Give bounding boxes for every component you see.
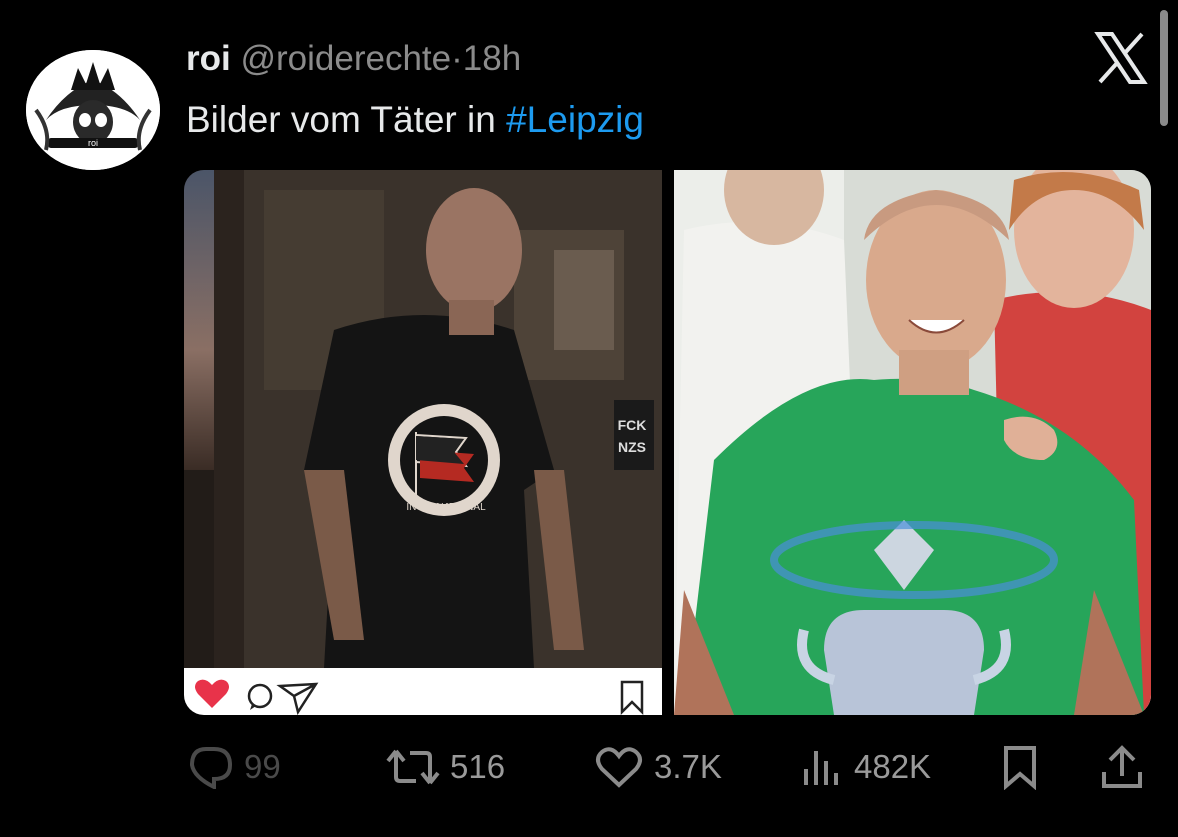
shirt-antifa-text: ANTIFA [425, 406, 464, 418]
bookmark-button[interactable] [1000, 735, 1040, 799]
tweet-action-bar: 99 516 3.7K 482K [186, 735, 1148, 799]
tweet-time[interactable]: 18h [463, 39, 521, 78]
comment-icon [247, 683, 273, 710]
separator-dot: · [451, 39, 463, 78]
retweet-icon [386, 749, 440, 785]
tweet-text-body: Bilder vom Täter in [186, 99, 507, 140]
repost-button[interactable]: 516 [386, 735, 505, 799]
left-photo[interactable]: FCK NZS ANTIFA INTERNATIONAL [184, 170, 662, 715]
x-logo-icon[interactable] [1094, 32, 1148, 84]
send-icon [276, 682, 319, 715]
tweet-media[interactable]: FCK NZS ANTIFA INTERNATIONAL [184, 170, 1151, 715]
reply-button[interactable]: 99 [186, 735, 281, 799]
shirt-international-text: INTERNATIONAL [406, 502, 486, 513]
views-count: 482K [854, 748, 932, 785]
views-icon [804, 751, 838, 785]
heart-icon [195, 679, 229, 708]
instagram-action-bar [184, 668, 662, 715]
like-button[interactable]: 3.7K [594, 735, 722, 799]
like-icon [596, 747, 642, 788]
share-button[interactable] [1100, 735, 1144, 799]
author-avatar[interactable]: roi [26, 50, 160, 170]
tweet-header: roi @roiderechte·18h [186, 38, 521, 80]
tweet-text: Bilder vom Täter in #Leipzig [186, 98, 644, 142]
avatar-label: roi [88, 138, 98, 148]
author-name[interactable]: roi [186, 39, 231, 78]
sticker-nzs: NZS [618, 439, 646, 455]
reply-count: 99 [244, 748, 281, 785]
views-button[interactable]: 482K [800, 735, 931, 799]
repost-count: 516 [450, 748, 506, 785]
bookmark-icon [1004, 746, 1036, 790]
reply-icon [189, 747, 233, 789]
right-photo[interactable] [674, 170, 1151, 715]
share-icon [1102, 745, 1142, 788]
hashtag-link[interactable]: #Leipzig [506, 99, 644, 140]
scrollbar[interactable] [1160, 10, 1168, 126]
insta-bookmark-icon [620, 680, 644, 715]
sticker-fck: FCK [618, 417, 647, 433]
like-count: 3.7K [654, 748, 722, 785]
author-handle[interactable]: @roiderechte [240, 39, 451, 78]
